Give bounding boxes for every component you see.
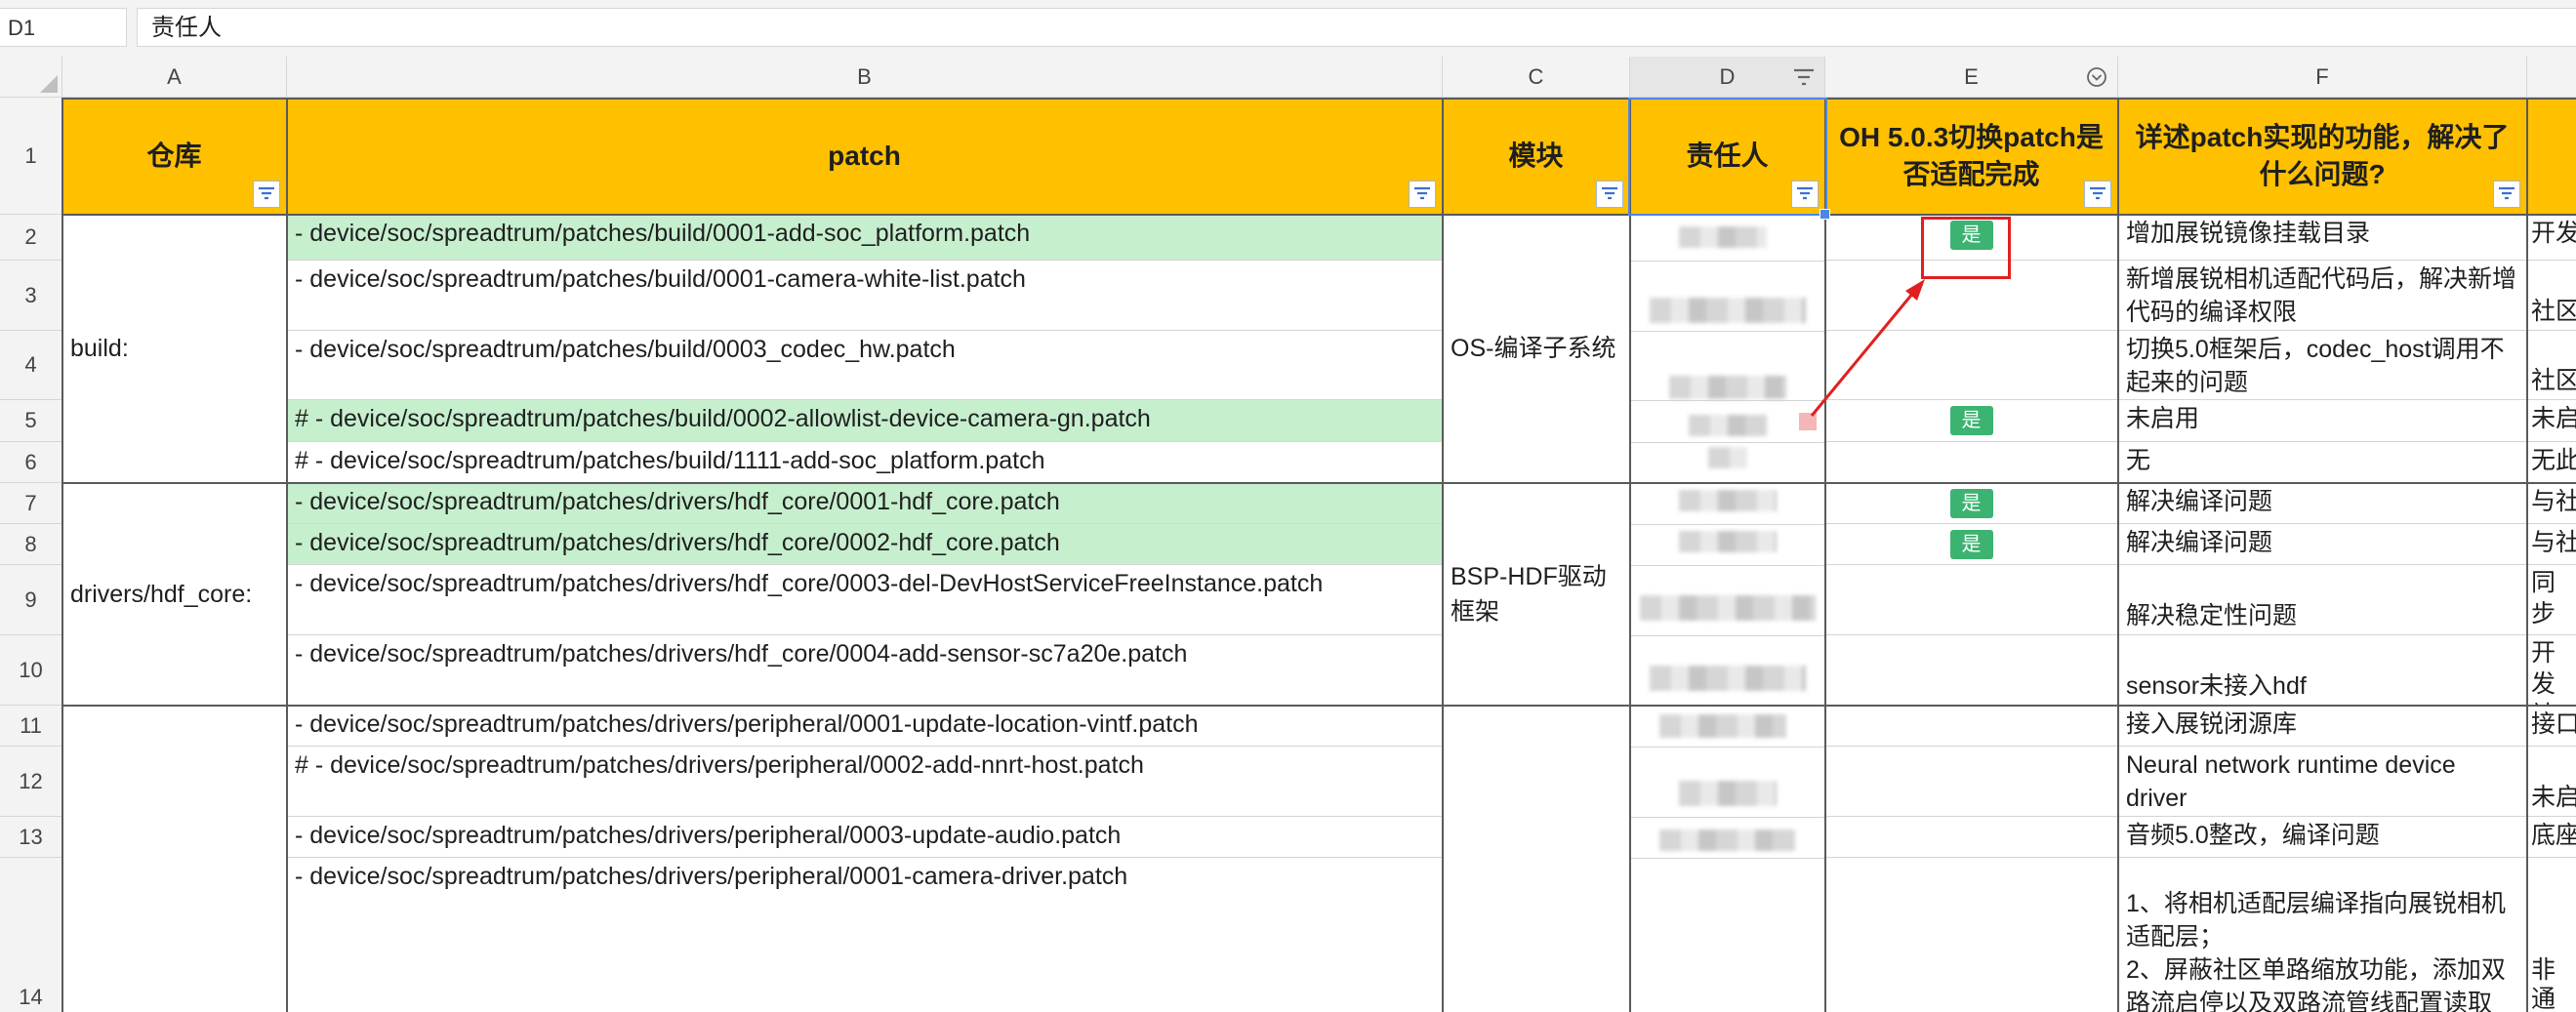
annotation-arrow [1810,279,1925,417]
